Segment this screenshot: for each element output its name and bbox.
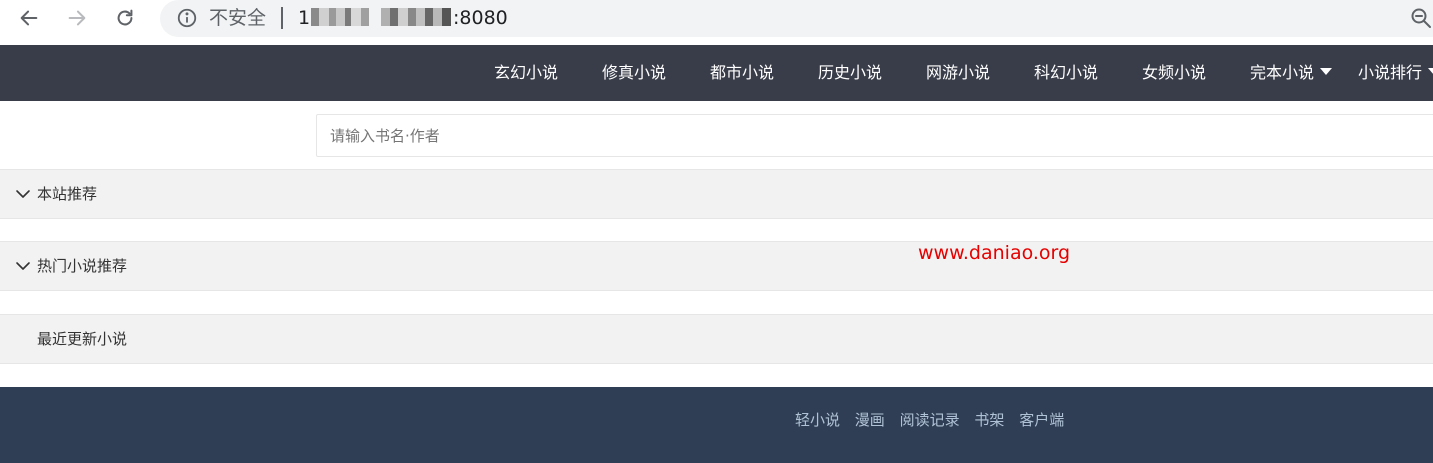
forward-button[interactable] [62,3,92,33]
reload-button[interactable] [110,3,140,33]
security-status[interactable]: 不安全 [209,6,266,30]
site-footer: 轻小说 漫画 阅读记录 书架 客户端 [0,387,1433,463]
url-prefix: 1 [298,7,311,29]
caret-down-icon [1320,68,1333,75]
nav-item-kehuan[interactable]: 科幻小说 [1034,45,1098,101]
url-redacted-2 [381,8,451,26]
footer-links: 轻小说 漫画 阅读记录 书架 客户端 [795,407,1074,433]
section-header-hot[interactable]: 热门小说推荐 [0,241,1433,291]
arrow-left-icon [20,10,38,26]
footer-link-client[interactable]: 客户端 [1019,411,1064,429]
nav-item-xuanhuan[interactable]: 玄幻小说 [494,45,558,101]
site-navbar: 玄幻小说 修真小说 都市小说 历史小说 网游小说 科幻小说 女频小说 完本小说 … [0,45,1433,101]
nav-item-lishi[interactable]: 历史小说 [818,45,882,101]
section-title: 最近更新小说 [37,330,128,348]
footer-link-comics[interactable]: 漫画 [855,411,885,429]
info-icon[interactable] [176,7,198,29]
footer-link-bookshelf[interactable]: 书架 [974,411,1004,429]
nav-item-nvpin[interactable]: 女频小说 [1142,45,1206,101]
section-header-latest[interactable]: 最近更新小说 [0,314,1433,364]
address-bar[interactable]: 不安全 1 :8080 [160,0,1433,37]
caret-down-icon [1428,68,1433,75]
section-title: 本站推荐 [37,185,98,203]
search-input[interactable] [316,114,1433,157]
chevron-down-icon [16,190,30,198]
zoom-out-icon[interactable] [1409,6,1433,30]
browser-toolbar: 不安全 1 :8080 [0,0,1433,45]
footer-link-light-novel[interactable]: 轻小说 [795,411,840,429]
nav-dropdown-label: 完本小说 [1250,63,1315,82]
watermark-text: www.daniao.org [918,242,1071,264]
section-header-recommend[interactable]: 本站推荐 [0,169,1433,219]
back-button[interactable] [14,3,44,33]
section-title: 热门小说推荐 [37,257,128,275]
nav-item-wangyou[interactable]: 网游小说 [926,45,990,101]
nav-item-xiuzhen[interactable]: 修真小说 [602,45,666,101]
url-redacted-1 [311,8,371,26]
nav-dropdown-wanben[interactable]: 完本小说 [1250,45,1333,101]
url-divider [281,7,283,29]
nav-item-dushi[interactable]: 都市小说 [710,45,774,101]
arrow-right-icon [68,10,86,26]
footer-link-reading-history[interactable]: 阅读记录 [900,411,960,429]
nav-dropdown-label: 小说排行 [1358,63,1423,82]
nav-dropdown-paihang[interactable]: 小说排行 [1358,45,1433,101]
reload-icon [117,9,133,26]
chevron-down-icon [16,262,30,270]
url-port: :8080 [453,7,508,29]
